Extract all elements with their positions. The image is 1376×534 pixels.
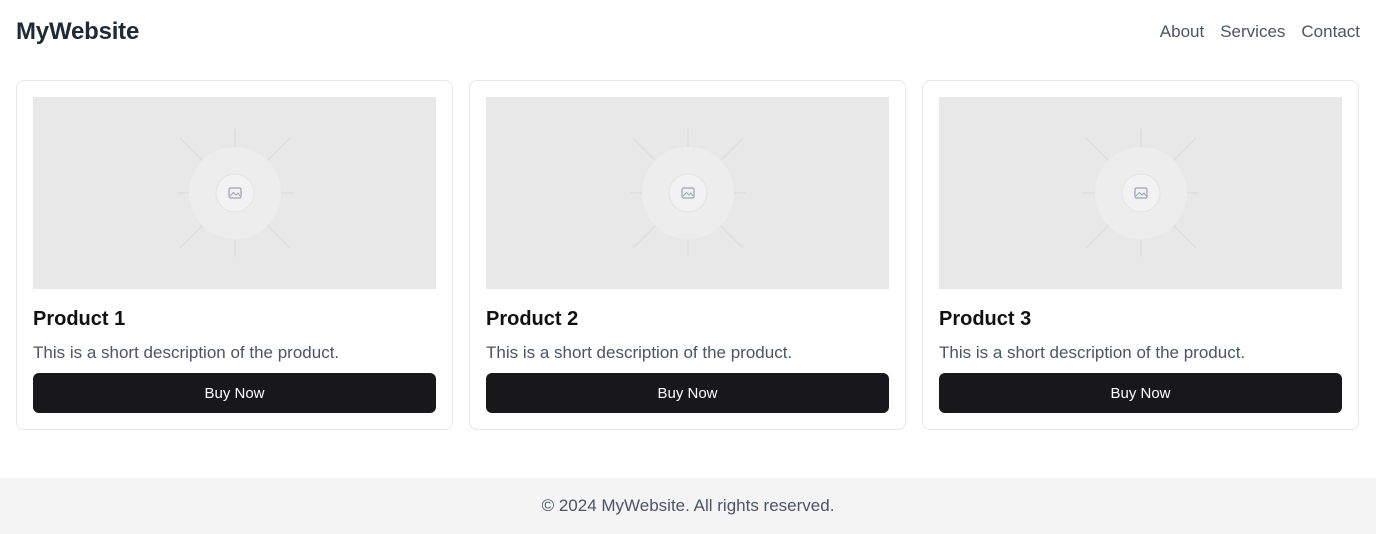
buy-now-button[interactable]: Buy Now: [486, 373, 889, 413]
product-title: Product 3: [939, 308, 1032, 330]
copyright-text: © 2024 MyWebsite. All rights reserved.: [541, 496, 835, 515]
product-card: Product 2 This is a short description of…: [469, 80, 906, 430]
nav-link-about[interactable]: About: [1160, 22, 1204, 42]
product-image: [33, 97, 436, 289]
product-image: [939, 97, 1342, 289]
image-placeholder-icon: [629, 129, 746, 257]
site-logo[interactable]: MyWebsite: [16, 18, 139, 46]
buy-now-button[interactable]: Buy Now: [33, 373, 436, 413]
product-card: Product 1 This is a short description of…: [16, 80, 453, 430]
main-nav: About Services Contact: [1160, 22, 1360, 42]
image-placeholder-icon: [176, 129, 293, 257]
product-description: This is a short description of the produ…: [486, 343, 793, 362]
product-title: Product 1: [33, 308, 126, 330]
image-placeholder-icon: [1082, 129, 1199, 257]
site-footer: © 2024 MyWebsite. All rights reserved.: [0, 478, 1376, 534]
product-description: This is a short description of the produ…: [33, 343, 340, 362]
site-header: MyWebsite About Services Contact: [0, 0, 1376, 64]
product-image: [486, 97, 889, 289]
product-card: Product 3 This is a short description of…: [922, 80, 1359, 430]
nav-link-services[interactable]: Services: [1220, 22, 1285, 42]
product-title: Product 2: [486, 308, 579, 330]
product-grid: Product 1 This is a short description of…: [16, 80, 1360, 430]
buy-now-button[interactable]: Buy Now: [939, 373, 1342, 413]
nav-link-contact[interactable]: Contact: [1301, 22, 1360, 42]
product-description: This is a short description of the produ…: [939, 343, 1246, 362]
